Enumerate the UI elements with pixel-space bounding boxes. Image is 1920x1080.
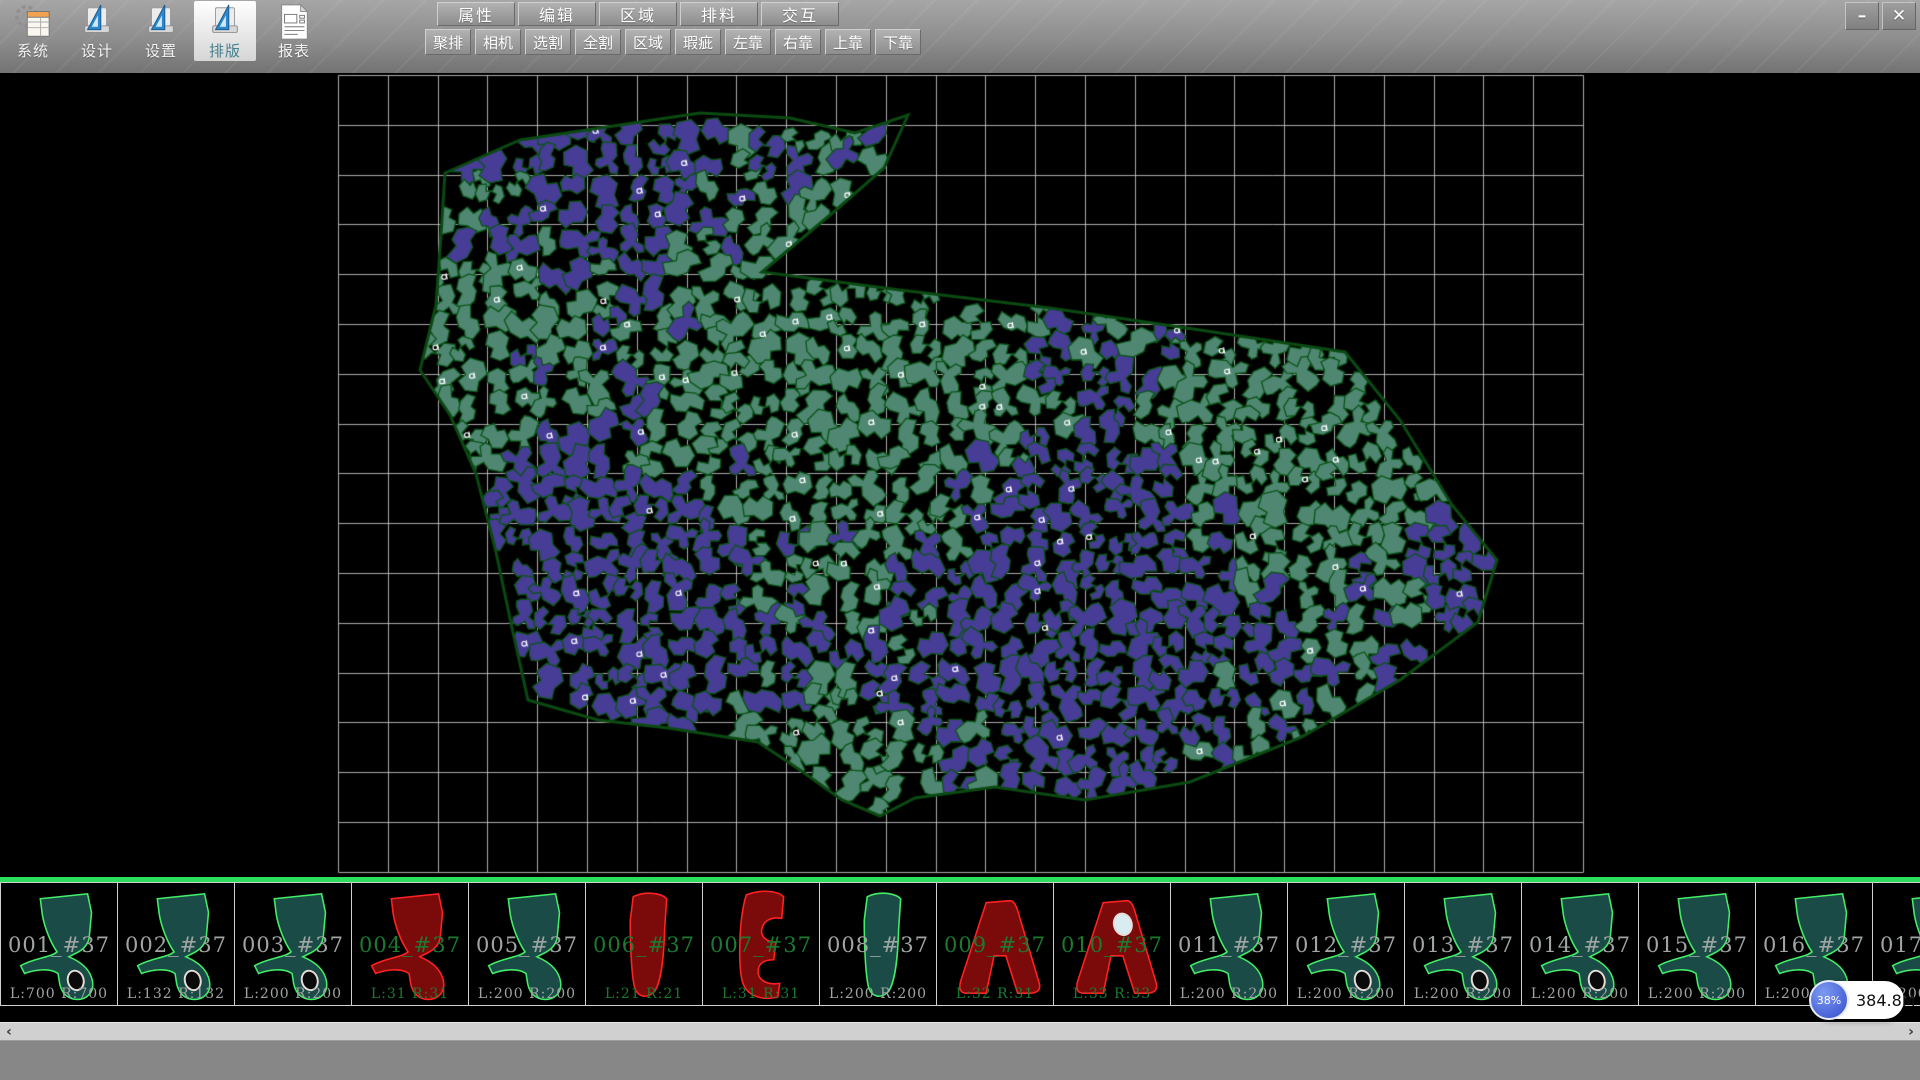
piece-shape	[1405, 883, 1523, 1007]
menu-button-menu_row2-8[interactable]: 右靠	[775, 29, 821, 55]
piece-shape	[586, 883, 704, 1007]
piece-thumbnail-013_#37[interactable]: 013_#37L:200 R:200	[1404, 882, 1522, 1006]
menu-button-menu_row2-1[interactable]: 聚排	[425, 29, 471, 55]
piece-thumbnail-007_#37[interactable]: 007_#37L:31 R:31	[702, 882, 820, 1006]
progress-percent: 38%	[1817, 994, 1841, 1007]
piece-shape	[352, 883, 470, 1007]
menu-bar: 属性编辑区域排料交互	[437, 2, 842, 26]
gear-table-icon	[14, 3, 52, 39]
piece-shape	[1054, 883, 1172, 1007]
toolbar-button-5[interactable]: 报表	[263, 1, 325, 61]
piece-thumbnail-006_#37[interactable]: 006_#37L:21 R:21	[585, 882, 703, 1006]
ruler-laptop-icon	[142, 3, 180, 39]
close-button[interactable]: ✕	[1882, 2, 1916, 30]
nesting-canvas[interactable]	[0, 73, 1920, 877]
menu-button-menu_row1-4[interactable]: 排料	[680, 2, 758, 26]
minimize-button[interactable]: –	[1845, 2, 1879, 30]
toolbar-main-buttons: 系统 设计 设置 排版 报表	[2, 1, 327, 61]
window-controls: – ✕	[1842, 2, 1916, 30]
piece-thumbnail-001_#37[interactable]: 001_#37L:700 R:700	[0, 882, 118, 1006]
menu-button-menu_row2-9[interactable]: 上靠	[825, 29, 871, 55]
ruler-laptop-icon	[206, 3, 244, 39]
memory-usage-pill: 38% 384.8M	[1812, 981, 1904, 1019]
piece-thumbnail-011_#37[interactable]: 011_#37L:200 R:200	[1170, 882, 1288, 1006]
report-doc-icon	[275, 3, 313, 39]
menu-button-menu_row2-2[interactable]: 相机	[475, 29, 521, 55]
piece-shape	[1522, 883, 1640, 1007]
toolbar-button-label: 报表	[278, 40, 310, 61]
tool-button-bar: 聚排相机选割全割区域瑕疵左靠右靠上靠下靠	[425, 29, 925, 55]
strip-scrollbar[interactable]: ‹ ›	[0, 1022, 1920, 1040]
toolbar-button-1[interactable]: 系统	[2, 1, 64, 61]
piece-thumbnail-015_#37[interactable]: 015_#37L:200 R:200	[1638, 882, 1756, 1006]
piece-shape	[1, 883, 119, 1007]
menu-button-menu_row1-5[interactable]: 交互	[761, 2, 839, 26]
scroll-right-arrow[interactable]: ›	[1902, 1023, 1920, 1041]
piece-thumbnail-012_#37[interactable]: 012_#37L:200 R:200	[1287, 882, 1405, 1006]
piece-shape	[118, 883, 236, 1007]
toolbar-button-3[interactable]: 设置	[130, 1, 192, 61]
toolbar-button-4[interactable]: 排版	[194, 1, 256, 61]
toolbar-button-label: 系统	[17, 40, 49, 61]
menu-button-menu_row2-6[interactable]: 瑕疵	[675, 29, 721, 55]
pieces-thumbnail-strip: 001_#37L:700 R:700002_#37L:132 R:132003_…	[0, 882, 1920, 1008]
progress-circle: 38%	[1809, 980, 1849, 1020]
menu-button-menu_row1-2[interactable]: 编辑	[518, 2, 596, 26]
menu-button-menu_row1-1[interactable]: 属性	[437, 2, 515, 26]
piece-shape	[469, 883, 587, 1007]
menu-button-menu_row2-10[interactable]: 下靠	[875, 29, 921, 55]
piece-thumbnail-005_#37[interactable]: 005_#37L:200 R:200	[468, 882, 586, 1006]
toolbar-button-label: 排版	[209, 40, 241, 61]
memory-value: 384.8M	[1856, 991, 1916, 1010]
toolbar-button-label: 设计	[81, 40, 113, 61]
piece-thumbnail-002_#37[interactable]: 002_#37L:132 R:132	[117, 882, 235, 1006]
piece-shape	[937, 883, 1055, 1007]
piece-shape	[1288, 883, 1406, 1007]
scroll-left-arrow[interactable]: ‹	[0, 1023, 18, 1041]
ruler-laptop-icon	[78, 3, 116, 39]
menu-button-menu_row2-4[interactable]: 全割	[575, 29, 621, 55]
piece-shape	[235, 883, 353, 1007]
toolbar-button-2[interactable]: 设计	[66, 1, 128, 61]
piece-thumbnail-014_#37[interactable]: 014_#37L:200 R:200	[1521, 882, 1639, 1006]
menu-button-menu_row2-3[interactable]: 选割	[525, 29, 571, 55]
piece-thumbnail-003_#37[interactable]: 003_#37L:200 R:200	[234, 882, 352, 1006]
piece-thumbnail-004_#37[interactable]: 004_#37L:31 R:31	[351, 882, 469, 1006]
status-bar	[0, 1040, 1920, 1080]
piece-shape	[1639, 883, 1757, 1007]
piece-shape	[703, 883, 821, 1007]
piece-thumbnail-010_#37[interactable]: 010_#37L:33 R:33	[1053, 882, 1171, 1006]
menu-button-menu_row2-5[interactable]: 区域	[625, 29, 671, 55]
piece-shape	[820, 883, 938, 1007]
piece-shape	[1171, 883, 1289, 1007]
piece-thumbnail-008_#37[interactable]: 008_#37L:200 R:200	[819, 882, 937, 1006]
menu-button-menu_row2-7[interactable]: 左靠	[725, 29, 771, 55]
piece-thumbnail-009_#37[interactable]: 009_#37L:32 R:31	[936, 882, 1054, 1006]
main-toolbar: 系统设计设置排版报表 属性编辑区域排料交互 聚排相机选割全割区域瑕疵左靠右靠上靠…	[0, 0, 1920, 74]
menu-button-menu_row1-3[interactable]: 区域	[599, 2, 677, 26]
toolbar-button-label: 设置	[145, 40, 177, 61]
app-window: 系统设计设置排版报表 属性编辑区域排料交互 聚排相机选割全割区域瑕疵左靠右靠上靠…	[0, 0, 1920, 1080]
